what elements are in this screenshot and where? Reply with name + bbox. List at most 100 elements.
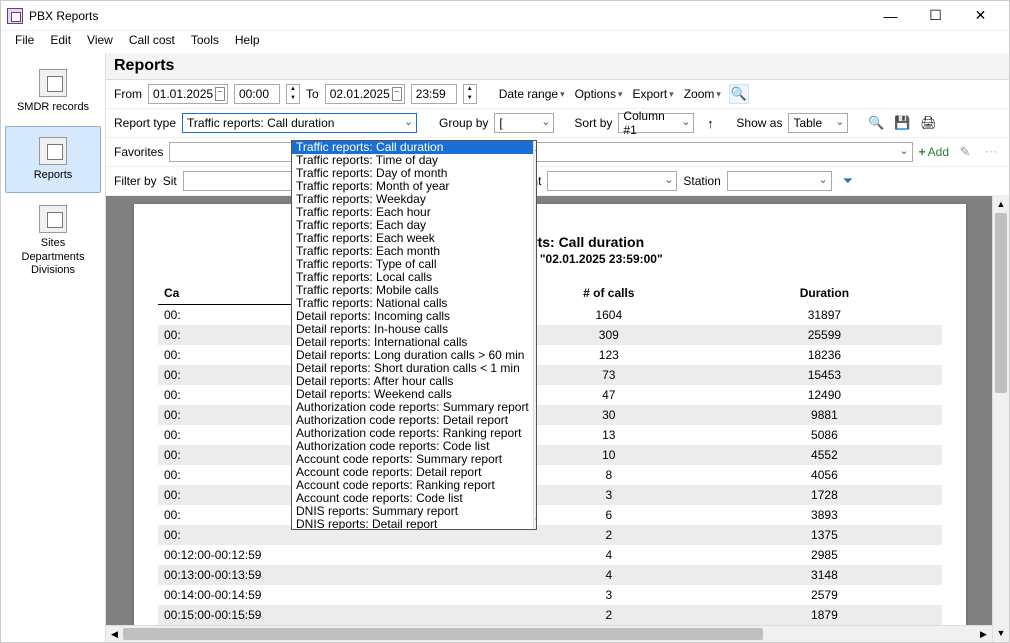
dropdown-option[interactable]: Traffic reports: Type of call [292,258,533,271]
dropdown-option[interactable]: Traffic reports: Weekday [292,193,533,206]
to-time-input[interactable] [411,84,457,104]
dropdown-option[interactable]: Traffic reports: Each hour [292,206,533,219]
sort-ascending-icon[interactable]: ↑ [700,113,720,133]
dropdown-option[interactable]: Detail reports: In-house calls [292,323,533,336]
horizontal-scroll-thumb[interactable] [123,628,763,640]
group-by-combo[interactable]: [ [494,113,554,133]
menu-file[interactable]: File [15,33,34,47]
dropdown-option[interactable]: Traffic reports: Month of year [292,180,533,193]
more-icon[interactable]: ⋯ [981,142,1001,162]
cell-calls: 73 [511,365,707,385]
cell-duration: 18236 [707,345,942,365]
dropdown-option[interactable]: Traffic reports: Call duration [292,141,533,154]
add-favorite-button[interactable]: Add [919,145,949,159]
table-row: 00:7315453 [158,365,942,385]
nav-sites[interactable]: Sites Departments Divisions [1,195,105,287]
show-as-label: Show as [736,116,782,130]
scroll-up-icon[interactable]: ▲ [993,196,1009,213]
table-row: 00:84056 [158,465,942,485]
scroll-right-icon[interactable]: ▶ [975,626,992,642]
dropdown-scrollbar[interactable]: ▲ ▼ [533,141,537,529]
dropdown-option[interactable]: Detail reports: Short duration calls < 1… [292,362,533,375]
dropdown-option[interactable]: Account code reports: Detail report [292,466,533,479]
maximize-button[interactable]: ☐ [913,2,958,30]
from-time-input[interactable] [234,84,280,104]
window-title: PBX Reports [29,9,98,23]
nav-reports[interactable]: Reports [5,126,101,193]
scroll-left-icon[interactable]: ◀ [106,626,123,642]
filter-icon[interactable]: ⏷ [838,171,858,191]
col-range: Ca [164,286,179,300]
cell-calls: 8 [511,465,707,485]
dropdown-option[interactable]: Traffic reports: Time of day [292,154,533,167]
cell-calls: 30 [511,405,707,425]
menu-help[interactable]: Help [235,33,260,47]
edit-favorite-icon[interactable]: ✎ [955,142,975,162]
report-type-combo[interactable]: Traffic reports: Call duration [182,113,417,133]
from-time-spinner[interactable]: ▲▼ [286,84,300,104]
cell-duration: 2985 [707,545,942,565]
dropdown-option[interactable]: Traffic reports: Each day [292,219,533,232]
dropdown-option[interactable]: Detail reports: International calls [292,336,533,349]
menu-view[interactable]: View [87,33,113,47]
dropdown-option[interactable]: Traffic reports: Day of month [292,167,533,180]
export-dropdown[interactable]: Export [630,87,675,101]
main-panel: Reports From 01.01.2025 ▲▼ To 02.01.2025… [106,53,1009,642]
dropdown-option[interactable]: Authorization code reports: Ranking repo… [292,427,533,440]
dropdown-option[interactable]: Detail reports: Weekend calls [292,388,533,401]
vertical-scroll-thumb[interactable] [995,213,1007,393]
col-duration: Duration [800,286,849,300]
dropdown-option[interactable]: Traffic reports: National calls [292,297,533,310]
date-range-dropdown[interactable]: Date range [497,87,567,101]
nav-smdr-records[interactable]: SMDR records [1,59,105,124]
menu-callcost[interactable]: Call cost [129,33,175,47]
from-date-input[interactable]: 01.01.2025 [148,84,228,104]
cell-calls: 1604 [511,305,707,325]
minimize-button[interactable]: — [868,2,913,30]
options-dropdown[interactable]: Options [573,87,625,101]
favorites-combo[interactable] [169,142,912,162]
dropdown-option[interactable]: Account code reports: Code list [292,492,533,505]
report-type-dropdown-list[interactable]: Traffic reports: Call durationTraffic re… [291,140,537,530]
dropdown-option[interactable]: Traffic reports: Mobile calls [292,284,533,297]
to-date-input[interactable]: 02.01.2025 [325,84,405,104]
dropdown-option[interactable]: Authorization code reports: Summary repo… [292,401,533,414]
cell-calls: 47 [511,385,707,405]
dropdown-option[interactable]: Traffic reports: Each month [292,245,533,258]
save-icon[interactable]: 💾 [892,113,912,133]
dropdown-option[interactable]: DNIS reports: Detail report [292,518,533,530]
menu-edit[interactable]: Edit [50,33,71,47]
left-nav: SMDR records Reports Sites Departments D… [1,53,106,642]
show-as-combo[interactable]: Table [788,113,848,133]
station-combo[interactable] [727,171,832,191]
from-label: From [114,87,142,101]
dropdown-option[interactable]: Account code reports: Summary report [292,453,533,466]
dropdown-option[interactable]: Authorization code reports: Code list [292,440,533,453]
dropdown-option[interactable]: Detail reports: After hour calls [292,375,533,388]
close-button[interactable]: ✕ [958,2,1003,30]
scroll-down-icon[interactable]: ▼ [993,625,1009,642]
table-row: 00:135086 [158,425,942,445]
zoom-dropdown[interactable]: Zoom [682,87,723,101]
menu-tools[interactable]: Tools [191,33,219,47]
vertical-scrollbar[interactable]: ▲ ▼ [992,196,1009,642]
dropdown-option[interactable]: Authorization code reports: Detail repor… [292,414,533,427]
horizontal-scrollbar[interactable]: ◀ ▶ [106,625,992,642]
print-icon[interactable]: 🖨 [918,113,938,133]
calendar-icon[interactable] [215,87,225,101]
table-row: 00:15:00-00:15:5921879 [158,605,942,625]
preview-icon[interactable]: 🔍 [866,113,886,133]
dropdown-option[interactable]: DNIS reports: Summary report [292,505,533,518]
dropdown-option[interactable]: Detail reports: Incoming calls [292,310,533,323]
department-combo[interactable] [547,171,677,191]
dropdown-option[interactable]: Detail reports: Long duration calls > 60… [292,349,533,362]
to-time-spinner[interactable]: ▲▼ [463,84,477,104]
dropdown-option[interactable]: Traffic reports: Each week [292,232,533,245]
dropdown-option[interactable]: Traffic reports: Local calls [292,271,533,284]
cell-duration: 5086 [707,425,942,445]
report-viewer: Traffic reports: Call duration n "01.01.… [106,196,1009,642]
calendar-icon[interactable] [392,87,402,101]
search-icon[interactable]: 🔍 [729,84,749,104]
dropdown-option[interactable]: Account code reports: Ranking report [292,479,533,492]
sort-by-combo[interactable]: Column #1 [618,113,694,133]
